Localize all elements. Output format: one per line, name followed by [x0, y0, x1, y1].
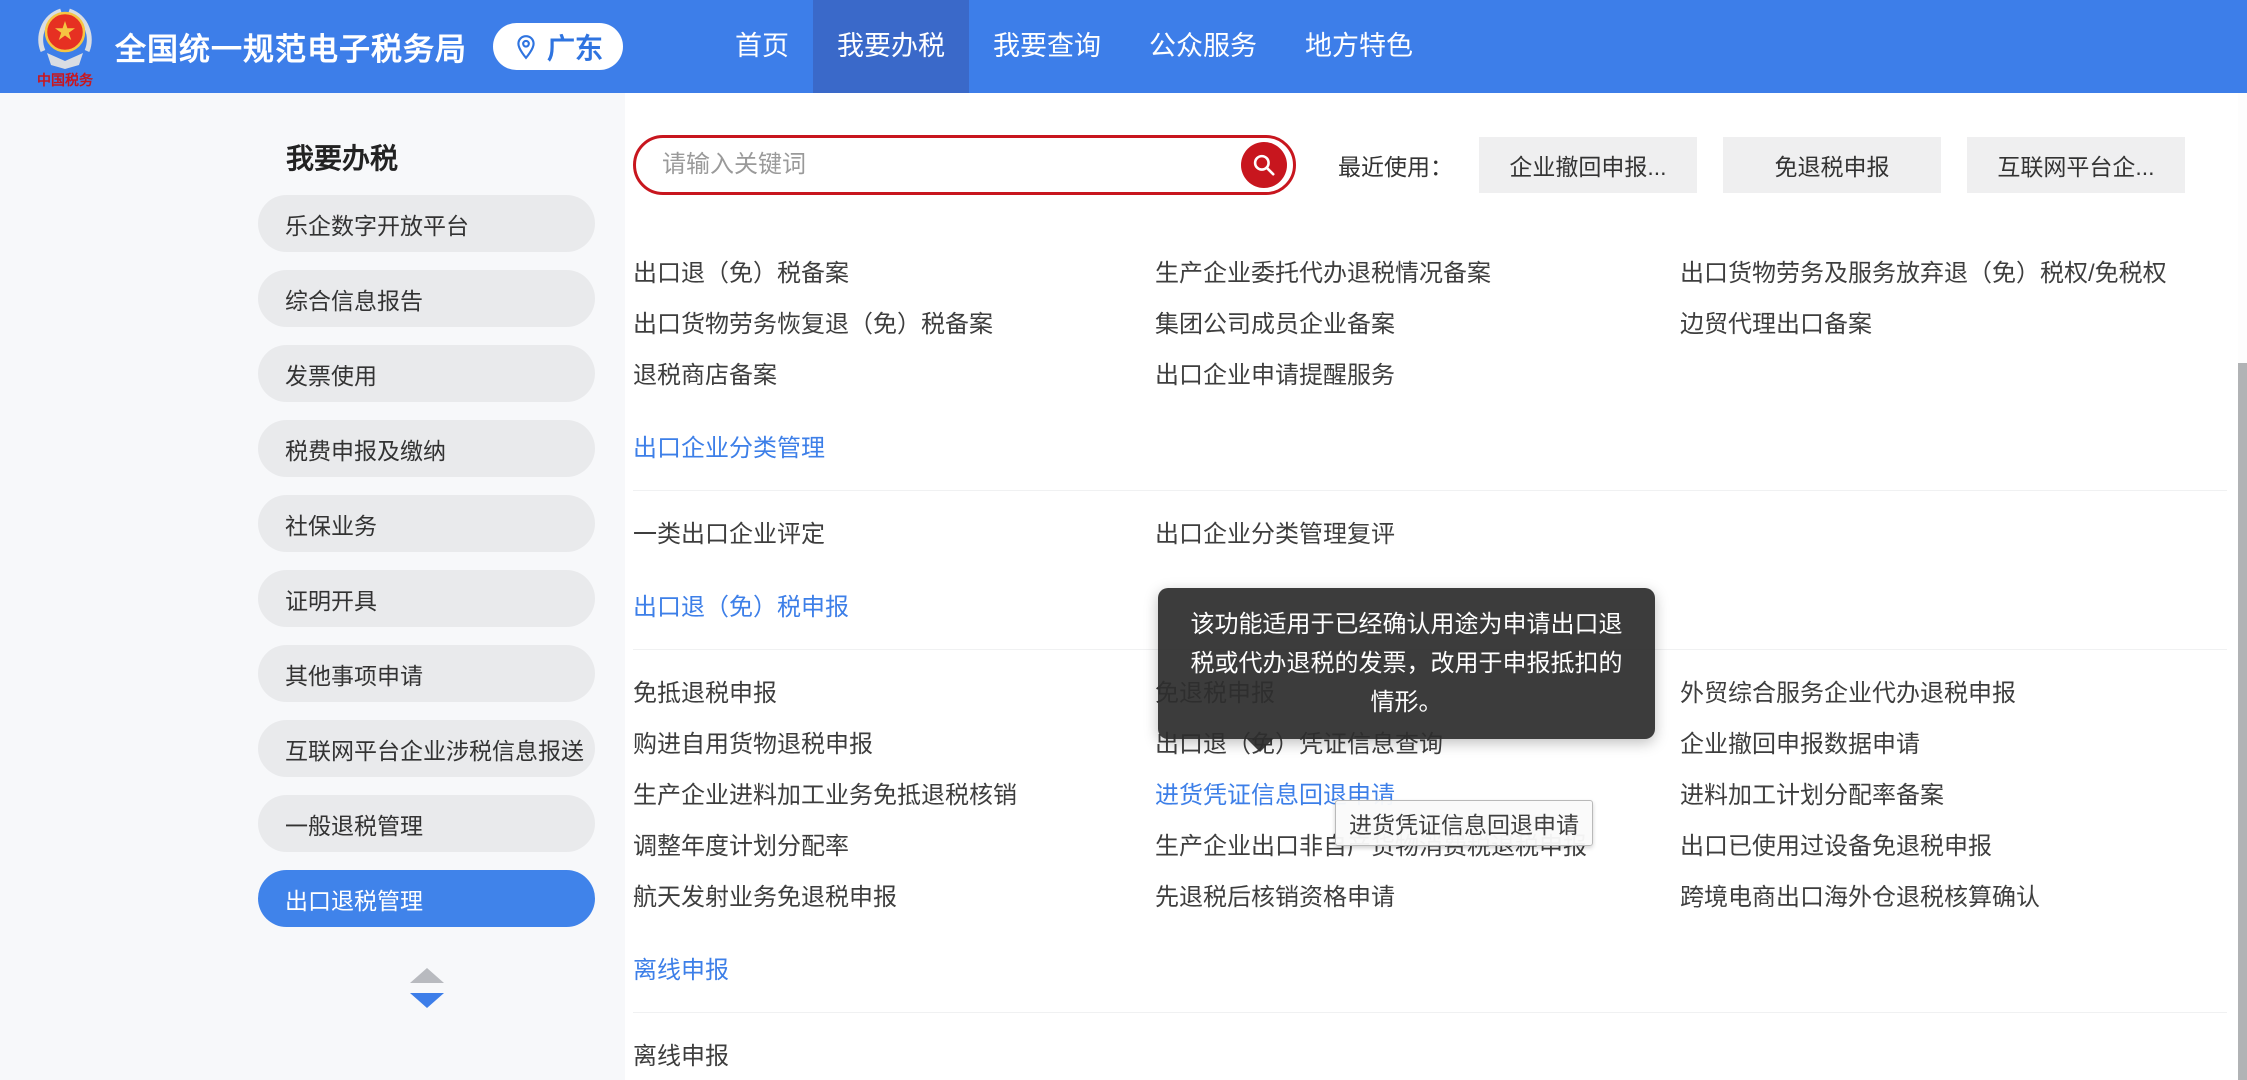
menu-item[interactable]: 跨境电商出口海外仓退税核算确认: [1680, 877, 2227, 912]
sidebar: 我要办税 乐企数字开放平台综合信息报告发票使用税费申报及缴纳社保业务证明开具其他…: [0, 93, 625, 1080]
menu-item[interactable]: 出口退（免）税备案: [633, 253, 1155, 288]
menu-item[interactable]: 进料加工计划分配率备案: [1680, 775, 2227, 810]
scrollbar-track: [2238, 93, 2247, 1080]
sidebar-items: 乐企数字开放平台综合信息报告发票使用税费申报及缴纳社保业务证明开具其他事项申请互…: [258, 195, 595, 927]
menu-item[interactable]: 企业撤回申报数据申请: [1680, 724, 2227, 759]
menu-item[interactable]: 出口企业申请提醒服务: [1155, 355, 1680, 390]
menu-item[interactable]: 边贸代理出口备案: [1680, 304, 2227, 339]
menu-section: 出口企业分类管理一类出口企业评定出口企业分类管理复评: [633, 398, 2227, 557]
sidebar-item[interactable]: 社保业务: [258, 495, 595, 552]
sidebar-item[interactable]: 一般退税管理: [258, 795, 595, 852]
menu-item[interactable]: 生产企业委托代办退税情况备案: [1155, 253, 1680, 288]
region-label: 广东: [547, 27, 603, 67]
section-heading[interactable]: 出口退（免）税申报: [633, 587, 849, 622]
nav-item[interactable]: 地方特色: [1281, 0, 1437, 93]
sidebar-item[interactable]: 发票使用: [258, 345, 595, 402]
tooltip-arrow-icon: [1246, 738, 1274, 752]
sidebar-item[interactable]: 出口退税管理: [258, 870, 595, 927]
tax-bureau-logo-icon: 中国税务: [33, 5, 97, 89]
sidebar-scroll-arrows: [258, 968, 595, 1008]
hover-title-tooltip: 进货凭证信息回退申请: [1335, 800, 1593, 846]
sidebar-title: 我要办税: [286, 137, 595, 177]
info-tooltip-text: 该功能适用于已经确认用途为申请出口退税或代办退税的发票，改用于申报抵扣的情形。: [1191, 611, 1623, 716]
section-heading[interactable]: 出口企业分类管理: [633, 428, 825, 463]
menu-row: 一类出口企业评定出口企业分类管理复评: [633, 506, 2227, 557]
sidebar-item[interactable]: 其他事项申请: [258, 645, 595, 702]
menu-item[interactable]: 购进自用货物退税申报: [633, 724, 1155, 759]
scrollbar-thumb[interactable]: [2238, 363, 2247, 1080]
logo-caption-glyphs: 中国税务: [37, 72, 94, 88]
menu-row: 出口退（免）税备案生产企业委托代办退税情况备案出口货物劳务及服务放弃退（免）税权…: [633, 245, 2227, 296]
recent-used: 最近使用： 企业撤回申报... 免退税申报互联网平台企...: [1338, 137, 2185, 193]
menu-section: 离线申报离线申报: [633, 920, 2227, 1079]
main-content: 最近使用： 企业撤回申报... 免退税申报互联网平台企... 出口退（免）税备案生…: [625, 93, 2247, 1080]
region-selector[interactable]: 广东: [493, 23, 623, 70]
recent-used-buttons: 企业撤回申报... 免退税申报互联网平台企...: [1453, 137, 2185, 193]
search-box: [633, 135, 1296, 195]
menu-item[interactable]: 一类出口企业评定: [633, 514, 1155, 549]
menu-item[interactable]: 出口企业分类管理复评: [1155, 514, 1680, 549]
section-divider: [633, 1012, 2227, 1013]
scroll-up-icon[interactable]: [410, 968, 444, 983]
recent-used-label: 最近使用：: [1338, 148, 1453, 182]
menu-item[interactable]: 出口货物劳务及服务放弃退（免）税权/免税权: [1680, 253, 2227, 288]
menu-item[interactable]: 调整年度计划分配率: [633, 826, 1155, 861]
nav-item[interactable]: 我要查询: [969, 0, 1125, 93]
menu-item[interactable]: 退税商店备案: [633, 355, 1155, 390]
sidebar-item[interactable]: 互联网平台企业涉税信息报送: [258, 720, 595, 777]
topbar: 最近使用： 企业撤回申报... 免退税申报互联网平台企...: [633, 135, 2247, 195]
main-nav: 首页我要办税我要查询公众服务地方特色: [711, 0, 1437, 93]
menu-row: 离线申报: [633, 1028, 2227, 1079]
menu-item[interactable]: 集团公司成员企业备案: [1155, 304, 1680, 339]
menu-item[interactable]: 免抵退税申报: [633, 673, 1155, 708]
menu-item[interactable]: 出口已使用过设备免退税申报: [1680, 826, 2227, 861]
sidebar-item[interactable]: 证明开具: [258, 570, 595, 627]
menu-section: 出口退（免）税备案生产企业委托代办退税情况备案出口货物劳务及服务放弃退（免）税权…: [633, 245, 2227, 398]
menu-item[interactable]: 出口货物劳务恢复退（免）税备案: [633, 304, 1155, 339]
scroll-down-icon[interactable]: [410, 993, 444, 1008]
nav-item[interactable]: 首页: [711, 0, 813, 93]
search-icon: [1251, 152, 1277, 178]
recent-used-button[interactable]: 互联网平台企...: [1967, 137, 2185, 193]
recent-used-button[interactable]: 免退税申报: [1723, 137, 1941, 193]
sidebar-item[interactable]: 综合信息报告: [258, 270, 595, 327]
nav-item[interactable]: 公众服务: [1125, 0, 1281, 93]
section-divider: [633, 490, 2227, 491]
site-title: 全国统一规范电子税务局: [115, 24, 467, 69]
menu-row: 航天发射业务免退税申报先退税后核销资格申请跨境电商出口海外仓退税核算确认: [633, 869, 2227, 920]
search-input[interactable]: [662, 141, 1202, 189]
section-heading[interactable]: 离线申报: [633, 950, 729, 985]
menu-item[interactable]: 离线申报: [633, 1036, 1155, 1071]
menu-item[interactable]: 先退税后核销资格申请: [1155, 877, 1680, 912]
recent-used-button[interactable]: 企业撤回申报...: [1479, 137, 1697, 193]
menu-item[interactable]: 航天发射业务免退税申报: [633, 877, 1155, 912]
menu-item[interactable]: 生产企业进料加工业务免抵退税核销: [633, 775, 1155, 810]
search-button[interactable]: [1241, 142, 1287, 188]
menu-row: 退税商店备案出口企业申请提醒服务: [633, 347, 2227, 398]
location-pin-icon: [513, 34, 539, 60]
nav-item[interactable]: 我要办税: [813, 0, 969, 93]
sidebar-item[interactable]: 乐企数字开放平台: [258, 195, 595, 252]
info-tooltip: 该功能适用于已经确认用途为申请出口退税或代办退税的发票，改用于申报抵扣的情形。: [1158, 588, 1655, 739]
menu-row: 出口货物劳务恢复退（免）税备案集团公司成员企业备案边贸代理出口备案: [633, 296, 2227, 347]
menu-item[interactable]: 外贸综合服务企业代办退税申报: [1680, 673, 2227, 708]
sidebar-item[interactable]: 税费申报及缴纳: [258, 420, 595, 477]
page: 中国税务 全国统一规范电子税务局 广东 首页我要办税我要查询公众服务地方特色 我…: [0, 0, 2247, 1080]
header: 中国税务 全国统一规范电子税务局 广东 首页我要办税我要查询公众服务地方特色: [0, 0, 2247, 93]
